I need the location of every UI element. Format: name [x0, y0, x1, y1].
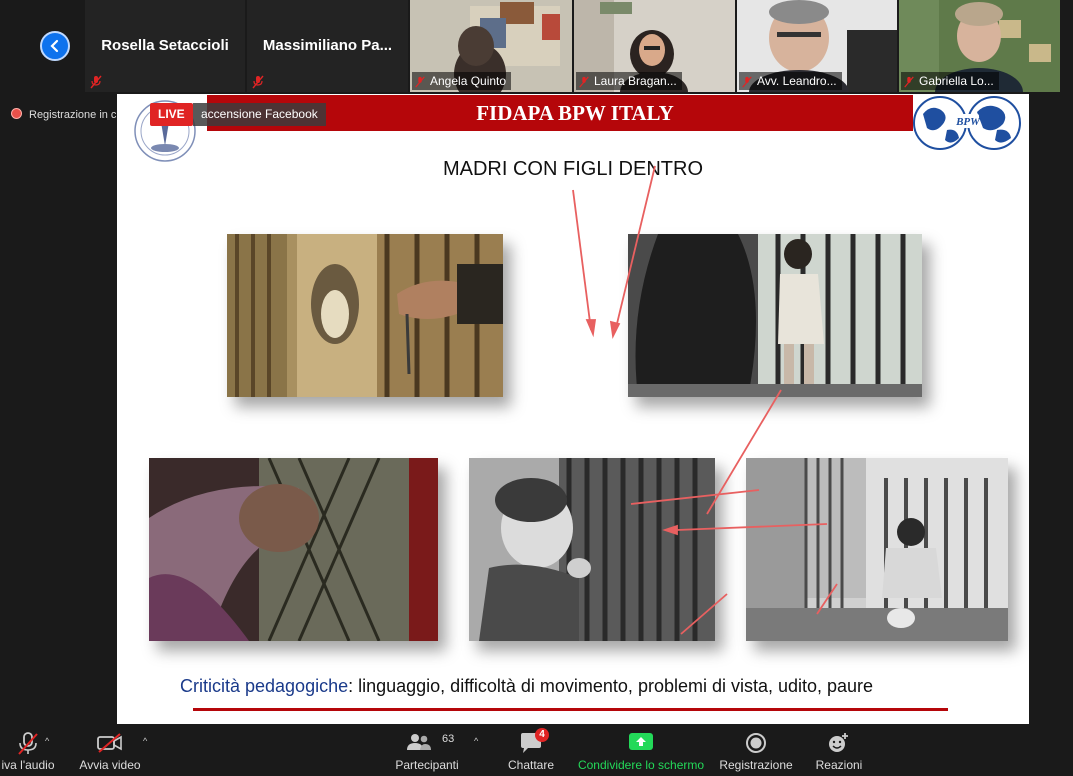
video-label: Avvia video	[79, 758, 141, 772]
participant-video-tile[interactable]: Gabriella Lo...	[899, 0, 1060, 92]
recording-indicator[interactable]: Registrazione in c	[11, 108, 116, 121]
chat-label: Chattare	[507, 758, 555, 772]
caption-text: : linguaggio, difficoltà di movimento, p…	[348, 676, 874, 696]
participant-label: Avv. Leandro...	[739, 72, 842, 90]
share-screen-button[interactable]: Condividere lo schermo	[574, 726, 708, 776]
shared-screen: FIDAPA BPW ITALY LIVE accensione Faceboo…	[117, 94, 1029, 724]
share-screen-icon	[629, 733, 653, 750]
start-video-button[interactable]: Avvia video	[73, 726, 147, 776]
reactions-label: Reazioni	[815, 758, 863, 772]
participant-name: Avv. Leandro...	[757, 74, 837, 88]
video-off-icon	[97, 733, 122, 753]
participant-label: Laura Bragan...	[576, 72, 682, 90]
caption-underline	[193, 708, 948, 711]
meeting-toolbar: iva l'audio ^ Avvia video ^ 63 Partecipa…	[0, 726, 1073, 776]
annotation-arrows	[572, 165, 838, 635]
record-label: Registrazione	[719, 758, 793, 772]
participants-options-caret[interactable]: ^	[474, 736, 478, 746]
muted-mic-icon	[742, 76, 752, 88]
record-icon	[746, 733, 766, 753]
participant-name: Angela Quinto	[430, 74, 507, 88]
participant-label: Gabriella Lo...	[901, 72, 999, 90]
participants-label: Partecipanti	[395, 758, 459, 772]
recording-text: Registrazione in c	[29, 109, 117, 121]
participant-name: Gabriella Lo...	[919, 74, 994, 88]
chat-unread-badge: 4	[535, 728, 549, 742]
participant-name: Massimiliano Pa...	[262, 37, 393, 54]
participant-strip: Rosella Setaccioli Massimiliano Pa... An…	[0, 0, 1073, 92]
slide-caption: Criticità pedagogiche: linguaggio, diffi…	[180, 676, 873, 697]
participant-name: Rosella Setaccioli	[101, 37, 229, 54]
participant-video-tile[interactable]: Angela Quinto	[410, 0, 572, 92]
participant-video-tile[interactable]: Laura Bragan...	[574, 0, 735, 92]
muted-mic-icon	[579, 76, 589, 88]
muted-mic-icon	[415, 76, 425, 88]
audio-options-caret[interactable]: ^	[45, 736, 49, 746]
chevron-left-icon	[50, 39, 59, 53]
previous-page-button[interactable]	[40, 31, 70, 61]
emoji-plus-icon	[829, 733, 848, 752]
muted-mic-icon	[90, 75, 102, 89]
participant-video-tile[interactable]: Avv. Leandro...	[737, 0, 897, 92]
participant-name: Laura Bragan...	[594, 74, 677, 88]
muted-mic-icon	[18, 732, 38, 755]
participants-icon	[407, 734, 431, 750]
unmute-audio-button[interactable]: iva l'audio	[0, 726, 56, 776]
chat-button[interactable]: 4 Chattare	[500, 726, 562, 776]
participant-label: Angela Quinto	[412, 72, 512, 90]
reactions-button[interactable]: Reazioni	[808, 726, 870, 776]
record-button[interactable]: Registrazione	[714, 726, 798, 776]
participant-tile[interactable]: Massimiliano Pa...	[247, 0, 408, 92]
participant-tile[interactable]: Rosella Setaccioli	[85, 0, 245, 92]
participants-button[interactable]: 63 Partecipanti	[390, 726, 464, 776]
video-options-caret[interactable]: ^	[143, 736, 147, 746]
caption-highlight: Criticità pedagogiche	[180, 676, 349, 696]
muted-mic-icon	[904, 76, 914, 88]
share-screen-label: Condividere lo schermo	[577, 758, 705, 772]
muted-mic-icon	[252, 75, 264, 89]
participants-count: 63	[442, 733, 455, 745]
record-dot-icon	[11, 108, 22, 119]
audio-label: iva l'audio	[1, 758, 55, 772]
